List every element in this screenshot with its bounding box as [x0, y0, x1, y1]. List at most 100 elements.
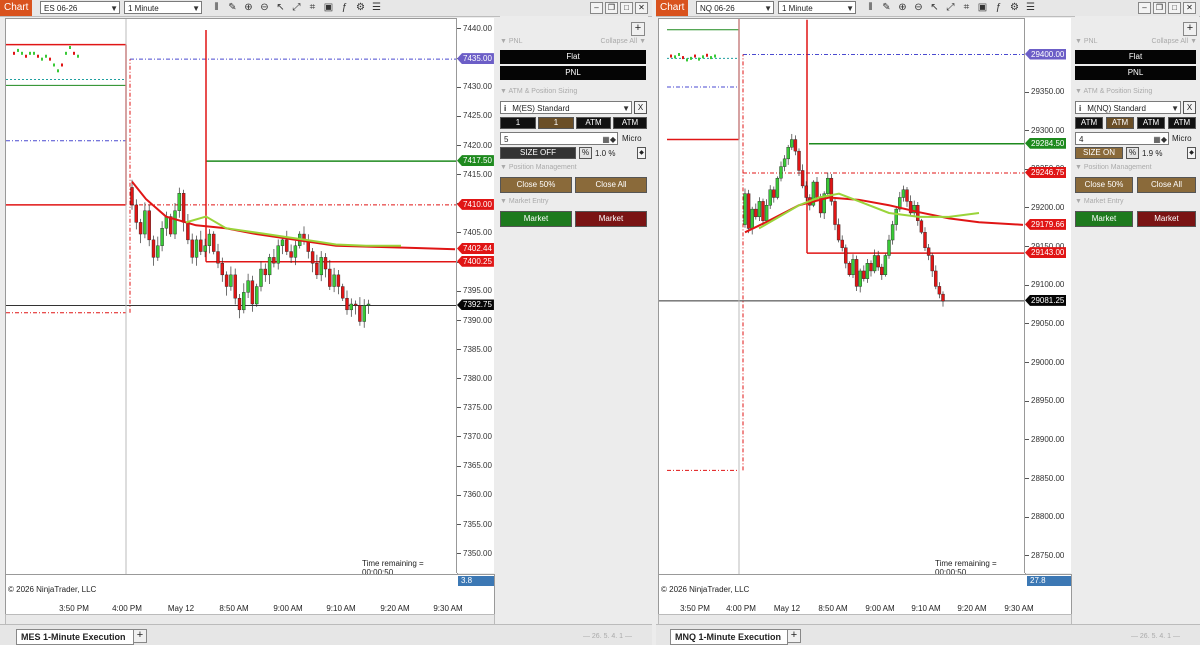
minimize-icon[interactable]: –	[1138, 2, 1151, 14]
bar-chart-icon[interactable]: ⫴	[210, 2, 223, 14]
maximize-icon[interactable]: □	[1168, 2, 1181, 14]
market-buy-button[interactable]: Market	[500, 211, 572, 227]
add-icon[interactable]: +	[631, 22, 645, 36]
candle-body	[160, 228, 164, 246]
zoom-out-icon[interactable]: ⊖	[258, 2, 271, 14]
candle-body	[37, 54, 39, 58]
properties-icon[interactable]: ⌗	[306, 2, 319, 14]
atm-section-header[interactable]: ▼ ATM & Position Sizing	[1075, 88, 1199, 98]
atm-button-2[interactable]: ATM	[1168, 117, 1196, 129]
price-axis[interactable]: 29350.0029300.0029250.0029200.0029150.00…	[1024, 18, 1071, 573]
collapse-all-button[interactable]: Collapse All ▼	[601, 38, 646, 45]
size-input[interactable]: 5 ▦◆	[500, 132, 618, 145]
properties-icon[interactable]: ⌗	[960, 2, 973, 14]
pointer-icon[interactable]: ↖	[928, 2, 941, 14]
clear-template-button[interactable]: X	[634, 101, 647, 114]
list-icon[interactable]: ☰	[370, 2, 383, 14]
percent-button[interactable]: %	[1126, 147, 1139, 159]
price-chart[interactable]: Time remaining = 00:00:50	[5, 18, 458, 577]
pnl-section-header[interactable]: ▼ PNL Collapse All ▼	[500, 38, 648, 48]
list-icon[interactable]: ☰	[1024, 2, 1037, 14]
close-all-button[interactable]: Close All	[1137, 177, 1196, 193]
close-all-button[interactable]: Close All	[575, 177, 647, 193]
chart-badge[interactable]: Chart	[656, 0, 689, 16]
restore-icon[interactable]: ❐	[1153, 2, 1166, 14]
restore-icon[interactable]: ❐	[605, 2, 618, 14]
instrument-selector[interactable]: NQ 06-26 ▼	[696, 1, 774, 14]
qty-button-1[interactable]: ATM	[1075, 117, 1103, 129]
candle-body	[670, 54, 672, 58]
size-toggle-button[interactable]: SIZE ON	[1075, 147, 1123, 159]
size-input[interactable]: 4 ▦◆	[1075, 132, 1169, 145]
strategies-icon[interactable]: ⚙	[1008, 2, 1021, 14]
market-sell-button[interactable]: Market	[1137, 211, 1196, 227]
pnl-section-header[interactable]: ▼ PNL Collapse All ▼	[1075, 38, 1199, 48]
price-chart[interactable]: Time remaining = 00:00:50	[658, 18, 1026, 577]
indicators-icon[interactable]: ƒ	[338, 2, 351, 14]
pointer-icon[interactable]: ↖	[274, 2, 287, 14]
chart-badge[interactable]: Chart	[0, 0, 33, 16]
close-icon[interactable]: ✕	[635, 2, 648, 14]
candle-body	[797, 150, 801, 171]
strategies-icon[interactable]: ⚙	[354, 2, 367, 14]
atm-button-1[interactable]: ATM	[576, 117, 611, 129]
maximize-icon[interactable]: □	[620, 2, 633, 14]
close-50-button[interactable]: Close 50%	[500, 177, 572, 193]
pencil-icon[interactable]: ✎	[226, 2, 239, 14]
zoom-out-icon[interactable]: ⊖	[912, 2, 925, 14]
percent-stepper[interactable]: ◆	[637, 147, 646, 159]
qty-button-2[interactable]: 1	[538, 117, 574, 129]
price-marker-flag: 7402.44	[457, 242, 494, 254]
clear-template-button[interactable]: X	[1183, 101, 1196, 114]
bar-chart-icon[interactable]: ⫴	[864, 2, 877, 14]
candle-body	[33, 51, 35, 55]
candle-body	[250, 280, 255, 305]
price-tick-label: 28750.00	[1025, 551, 1064, 560]
draw-icon[interactable]: ⤢	[290, 2, 303, 14]
entry-section-header[interactable]: ▼ Market Entry	[500, 198, 648, 208]
candle-body	[186, 222, 190, 241]
tab-mes-execution[interactable]: MES 1-Minute Execution	[16, 629, 134, 645]
price-marker-flag: 29179.66	[1025, 218, 1067, 230]
minimize-icon[interactable]: –	[590, 2, 603, 14]
entry-section-header[interactable]: ▼ Market Entry	[1075, 198, 1199, 208]
add-icon[interactable]: +	[1183, 22, 1197, 36]
atm-button-1[interactable]: ATM	[1137, 117, 1165, 129]
atm-button-2[interactable]: ATM	[613, 117, 647, 129]
percent-stepper[interactable]: ◆	[1187, 147, 1196, 159]
collapse-all-button[interactable]: Collapse All ▼	[1152, 38, 1197, 45]
zoom-in-icon[interactable]: ⊕	[896, 2, 909, 14]
candle-body	[804, 185, 808, 198]
close-icon[interactable]: ✕	[1183, 2, 1196, 14]
qty-button-1[interactable]: 1	[500, 117, 536, 129]
zoom-in-icon[interactable]: ⊕	[242, 2, 255, 14]
version-label: — 26. 5. 4. 1 —	[582, 633, 632, 640]
add-tab-icon[interactable]: +	[133, 629, 147, 643]
market-sell-button[interactable]: Market	[575, 211, 647, 227]
draw-icon[interactable]: ⤢	[944, 2, 957, 14]
price-tick-label: 7440.00	[457, 24, 492, 33]
atm-template-select[interactable]: i M(NQ) Standard ▼	[1075, 101, 1181, 114]
position-section-header[interactable]: ▼ Position Management	[1075, 164, 1199, 174]
close-50-button[interactable]: Close 50%	[1075, 177, 1133, 193]
qty-button-2[interactable]: ATM	[1106, 117, 1134, 129]
position-section-header[interactable]: ▼ Position Management	[500, 164, 648, 174]
tab-mnq-execution[interactable]: MNQ 1-Minute Execution	[670, 629, 788, 645]
percent-button[interactable]: %	[579, 147, 592, 159]
indicators-icon[interactable]: ƒ	[992, 2, 1005, 14]
interval-selector[interactable]: 1 Minute ▼	[778, 1, 856, 14]
instrument-selector[interactable]: ES 06-26 ▼	[40, 1, 120, 14]
time-ticks: 3:50 PM 4:00 PM May 12 8:50 AM 9:00 AM 9:10 A…	[6, 598, 463, 613]
market-buy-button[interactable]: Market	[1075, 211, 1133, 227]
price-axis[interactable]: 7440.00 7435.00 7430.00 7425.00 7420.00 7415.…	[456, 18, 494, 573]
atm-section-header[interactable]: ▼ ATM & Position Sizing	[500, 88, 648, 98]
candlestick-plot[interactable]	[659, 19, 1025, 574]
size-toggle-button[interactable]: SIZE OFF	[500, 147, 576, 159]
data-box-icon[interactable]: ▣	[322, 2, 335, 14]
candlestick-plot[interactable]	[6, 19, 457, 574]
pencil-icon[interactable]: ✎	[880, 2, 893, 14]
atm-template-select[interactable]: i M(ES) Standard ▼	[500, 101, 632, 114]
data-box-icon[interactable]: ▣	[976, 2, 989, 14]
interval-selector[interactable]: 1 Minute ▼	[124, 1, 202, 14]
add-tab-icon[interactable]: +	[787, 629, 801, 643]
